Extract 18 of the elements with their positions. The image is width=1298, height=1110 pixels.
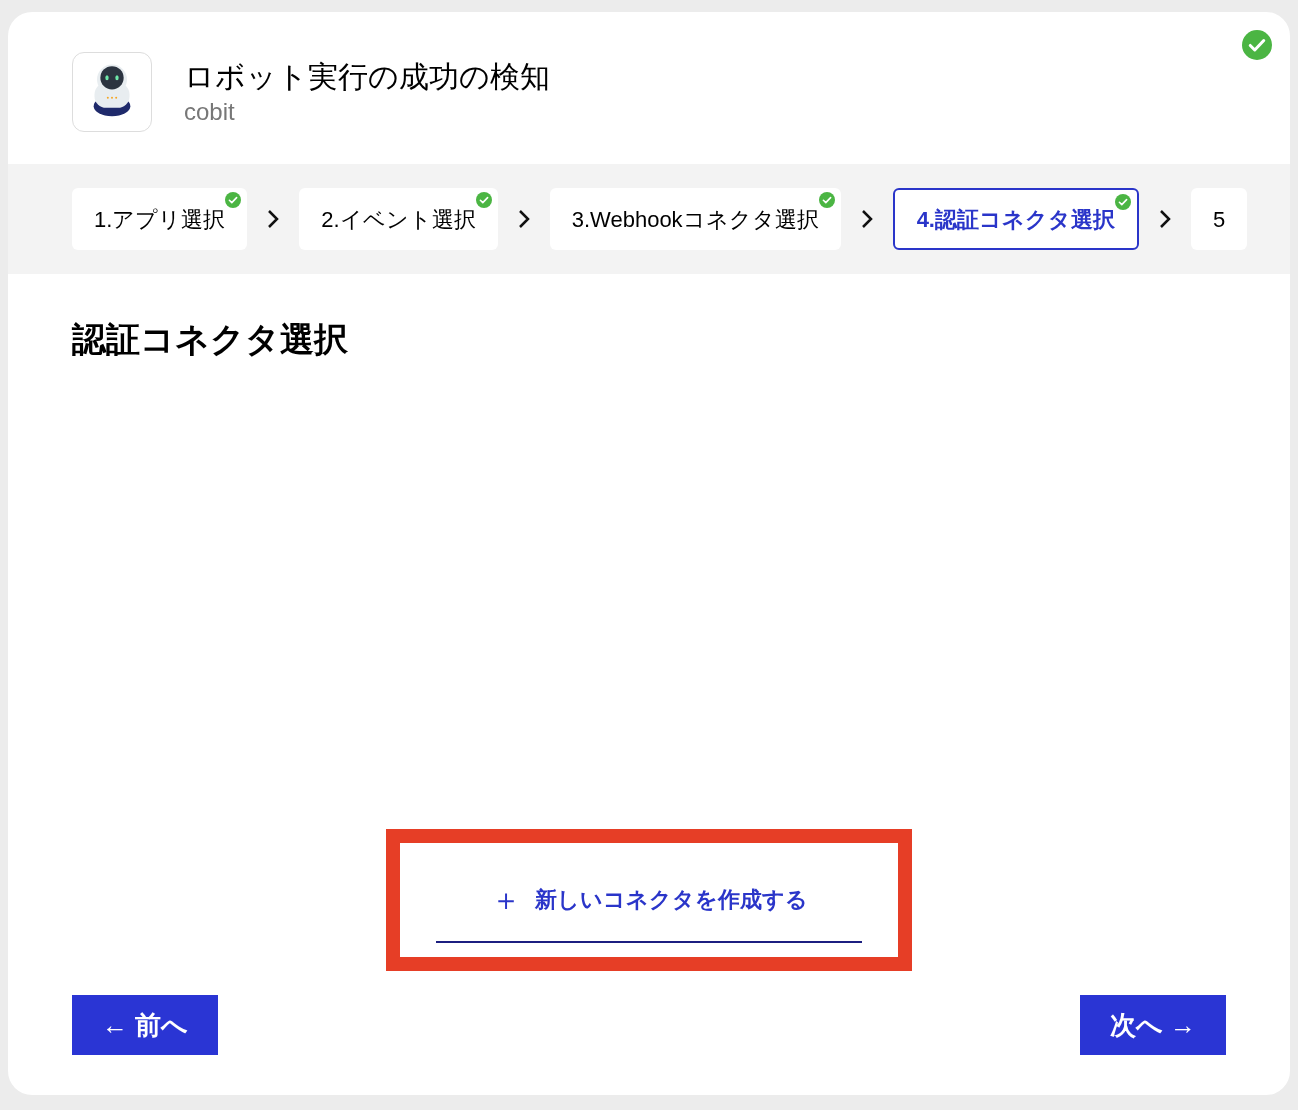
plus-icon: ＋ <box>490 876 521 922</box>
chevron-right-icon <box>517 209 530 229</box>
flow-title: ロボット実行の成功の検知 <box>184 59 550 95</box>
section-title: 認証コネクタ選択 <box>72 320 348 358</box>
chevron-right-icon <box>267 209 280 229</box>
step-tab[interactable]: 3.Webhookコネクタ選択 <box>549 188 841 250</box>
prev-button[interactable]: ← 前へ <box>72 995 218 1055</box>
app-name: cobit <box>184 97 236 127</box>
robot-app-icon <box>72 52 152 132</box>
chevron-right-icon <box>1159 209 1171 229</box>
step-tab[interactable]: 4.認証コネクタ選択 <box>892 188 1139 250</box>
next-button[interactable]: 次へ → <box>1080 995 1226 1055</box>
create-connector-label: 新しいコネクタを作成する <box>534 885 808 914</box>
step-tab[interactable]: 1.アプリ選択 <box>72 188 248 250</box>
step-tab[interactable]: 2.イベント選択 <box>299 188 498 250</box>
chevron-right-icon <box>860 209 873 229</box>
create-connector-button[interactable]: ＋ 新しいコネクタを作成する <box>414 857 884 943</box>
step-tab[interactable]: 5 <box>1191 188 1248 250</box>
